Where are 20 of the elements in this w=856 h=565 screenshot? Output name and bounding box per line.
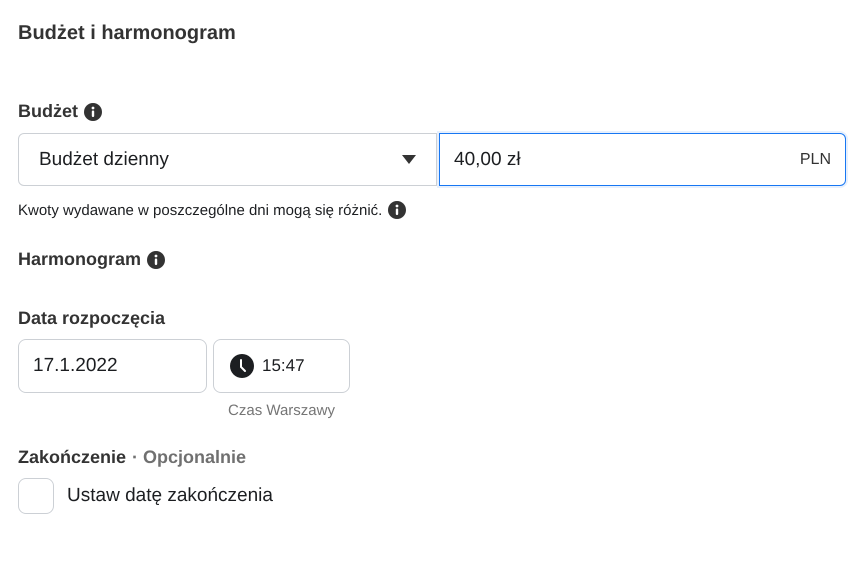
section-title: Budżet i harmonogram xyxy=(18,22,237,45)
start-date-label: Data rozpoczęcia xyxy=(18,308,166,329)
info-icon[interactable] xyxy=(388,201,406,219)
optional-label: · Opcjonalnie xyxy=(132,447,246,468)
info-icon[interactable] xyxy=(147,250,166,268)
timezone-label: Czas Warszawy xyxy=(228,402,335,419)
budget-note: Kwoty wydawane w poszczególne dni mogą się różnić. xyxy=(18,202,382,218)
schedule-label: Harmonogram xyxy=(18,249,142,270)
amount-field[interactable]: 40,00 zł PLN xyxy=(439,133,846,186)
checkbox-label: Ustaw datę zakończenia xyxy=(67,485,273,507)
end-date-checkbox[interactable] xyxy=(18,478,54,514)
caret-icon xyxy=(402,155,416,164)
currency-label: PLN xyxy=(800,150,831,168)
time-field[interactable]: 15:47 xyxy=(213,339,350,393)
date-field[interactable]: 17.1.2022 xyxy=(18,339,207,393)
budget-label: Budżet xyxy=(18,101,78,122)
end-label: Zakończenie xyxy=(18,447,126,468)
clock-icon xyxy=(230,354,254,378)
budget-type-dropdown[interactable]: Budżet dzienny xyxy=(18,133,437,186)
info-icon[interactable] xyxy=(84,102,102,120)
